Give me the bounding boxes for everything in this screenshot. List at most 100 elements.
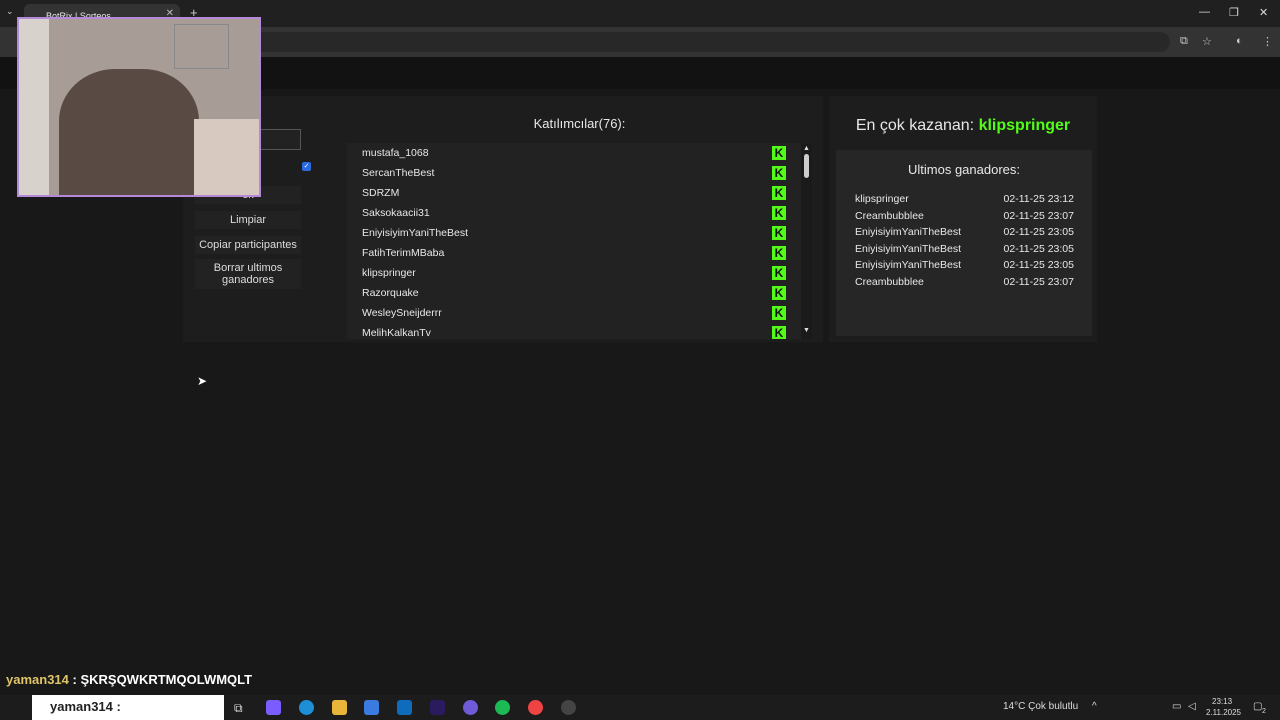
participant-row: Saksokaacii31 K: [347, 203, 801, 223]
participants-scrollbar[interactable]: ▲ ▼: [801, 143, 812, 339]
participant-row: mustafa_1068 K: [347, 143, 801, 163]
recent-winners-title: Ultimos ganadores:: [908, 162, 1020, 177]
kick-icon: K: [772, 246, 786, 260]
participant-name: klipspringer: [362, 267, 416, 279]
spotify-icon[interactable]: [495, 700, 510, 715]
clear-winners-button[interactable]: Borrar ultimos ganadores: [195, 259, 301, 289]
streamer-figure: [59, 69, 199, 195]
curtain: [19, 19, 49, 195]
winner-time: 02-11-25 23:07: [1003, 209, 1074, 222]
winner-time: 02-11-25 23:12: [1003, 193, 1074, 205]
taskbar-search[interactable]: yaman314 :: [32, 695, 224, 720]
chat-text: : ŞKRŞQWKRTMQOLWMQLT: [72, 672, 253, 687]
minimize-button[interactable]: —: [1199, 6, 1210, 18]
scroll-thumb[interactable]: [804, 154, 809, 178]
copilot-icon[interactable]: [266, 700, 281, 715]
kick-icon: K: [772, 266, 786, 280]
keyword-input[interactable]: [255, 129, 301, 150]
chat-username: yaman314: [6, 672, 69, 687]
menu-icon[interactable]: ⋮: [1262, 35, 1273, 48]
top-winner: En çok kazanan: klipspringer: [829, 117, 1097, 135]
winner-row: EniyisiyimYaniTheBest 02-11-25 23:05: [855, 226, 1074, 238]
participant-name: SDRZM: [362, 187, 400, 199]
kick-icon: K: [772, 326, 786, 339]
webcam-overlay: [17, 17, 261, 197]
participant-row: EniyisiyimYaniTheBest K: [347, 223, 801, 243]
top-winner-label: En çok kazanan:: [855, 117, 975, 134]
winner-time: 02-11-25 23:05: [1003, 226, 1074, 239]
scroll-down-icon[interactable]: ▼: [803, 327, 810, 334]
tray-overflow-icon[interactable]: ^: [1092, 701, 1097, 712]
tab-search-icon[interactable]: ⌄: [6, 6, 14, 17]
option-checkbox[interactable]: ✓: [302, 162, 311, 171]
participant-name: mustafa_1068: [362, 147, 429, 159]
winner-name: EniyisiyimYaniTheBest: [855, 226, 962, 239]
participant-row: MelihKalkanTv K: [347, 323, 801, 339]
discord-icon[interactable]: [463, 700, 478, 715]
network-icon[interactable]: ▭: [1172, 701, 1181, 712]
winner-time: 02-11-25 23:07: [1003, 276, 1074, 288]
chrome-icon[interactable]: [528, 700, 543, 715]
participant-row: SDRZM K: [347, 183, 801, 203]
kick-icon: K: [772, 286, 786, 300]
wall-grid: [174, 24, 229, 69]
file-explorer-icon[interactable]: [332, 700, 347, 715]
kick-icon: K: [772, 186, 786, 200]
edge-icon[interactable]: [299, 700, 314, 715]
winner-name: klipspringer: [855, 193, 909, 205]
participant-row: Razorquake K: [347, 283, 801, 303]
participant-name: SercanTheBest: [362, 167, 435, 179]
volume-icon[interactable]: ◁: [1188, 701, 1196, 712]
winner-time: 02-11-25 23:05: [1003, 259, 1074, 272]
participant-name: WesleySneijderrr: [362, 307, 442, 319]
premiere-icon[interactable]: [430, 700, 445, 715]
winner-name: EniyisiyimYaniTheBest: [855, 259, 962, 272]
kick-icon: K: [772, 206, 786, 220]
participant-row: SercanTheBest K: [347, 163, 801, 183]
restore-button[interactable]: ❐: [1229, 6, 1239, 19]
weather-text[interactable]: 14°C Çok bulutlu: [1003, 701, 1078, 712]
bed: [194, 119, 259, 195]
kick-icon: K: [772, 306, 786, 320]
participant-row: WesleySneijderrr K: [347, 303, 801, 323]
winner-row: Creambubblee 02-11-25 23:07: [855, 210, 1074, 222]
kick-icon: K: [772, 146, 786, 160]
winner-name: EniyisiyimYaniTheBest: [855, 242, 962, 255]
participant-row: FatihTerimMBaba K: [347, 243, 801, 263]
task-view-icon[interactable]: ⧉: [234, 701, 243, 716]
obs-icon[interactable]: [561, 700, 576, 715]
participant-name: EniyisiyimYaniTheBest: [362, 227, 469, 239]
participant-row: klipspringer K: [347, 263, 801, 283]
clock-time[interactable]: 23:13: [1212, 697, 1232, 706]
mouse-cursor-icon: ➤: [197, 374, 208, 388]
winner-name: Creambubblee: [855, 276, 924, 288]
recent-winners-box: Ultimos ganadores: klipspringer 02-11-25 …: [836, 150, 1092, 336]
notification-count: 2: [1262, 708, 1266, 715]
clock-date[interactable]: 2.11.2025: [1206, 708, 1241, 717]
scroll-up-icon[interactable]: ▲: [803, 145, 810, 152]
winner-time: 02-11-25 23:05: [1003, 242, 1074, 255]
kick-icon: K: [772, 226, 786, 240]
store-icon[interactable]: [364, 700, 379, 715]
close-window-button[interactable]: ✕: [1259, 6, 1268, 19]
bookmark-star-icon[interactable]: ☆: [1202, 35, 1212, 48]
participant-name: FatihTerimMBaba: [362, 247, 445, 259]
winner-name: Creambubblee: [855, 209, 924, 222]
participants-list[interactable]: mustafa_1068 K SercanTheBest K SDRZM K Saksoka…: [347, 143, 801, 339]
participant-name: Saksokaacii31: [362, 207, 430, 219]
outlook-icon[interactable]: [397, 700, 412, 715]
winner-row: EniyisiyimYaniTheBest 02-11-25 23:05: [855, 259, 1074, 271]
copy-participants-button[interactable]: Copiar participantes: [195, 236, 301, 254]
winner-row: klipspringer 02-11-25 23:12: [855, 193, 1074, 205]
kick-icon: K: [772, 166, 786, 180]
participant-name: Razorquake: [362, 287, 419, 299]
winner-row: Creambubblee 02-11-25 23:07: [855, 276, 1074, 288]
top-winner-name: klipspringer: [978, 117, 1071, 134]
participant-name: MelihKalkanTv: [362, 327, 431, 339]
translate-icon[interactable]: ⧉: [1180, 35, 1188, 48]
winner-row: EniyisiyimYaniTheBest 02-11-25 23:05: [855, 243, 1074, 255]
chat-message: yaman314 : ŞKRŞQWKRTMQOLWMQLT: [6, 672, 252, 687]
clear-button[interactable]: Limpiar: [195, 211, 301, 229]
participants-title: Katılımcılar(76):: [533, 116, 626, 131]
profile-icon[interactable]: ◐: [1236, 35, 1243, 47]
